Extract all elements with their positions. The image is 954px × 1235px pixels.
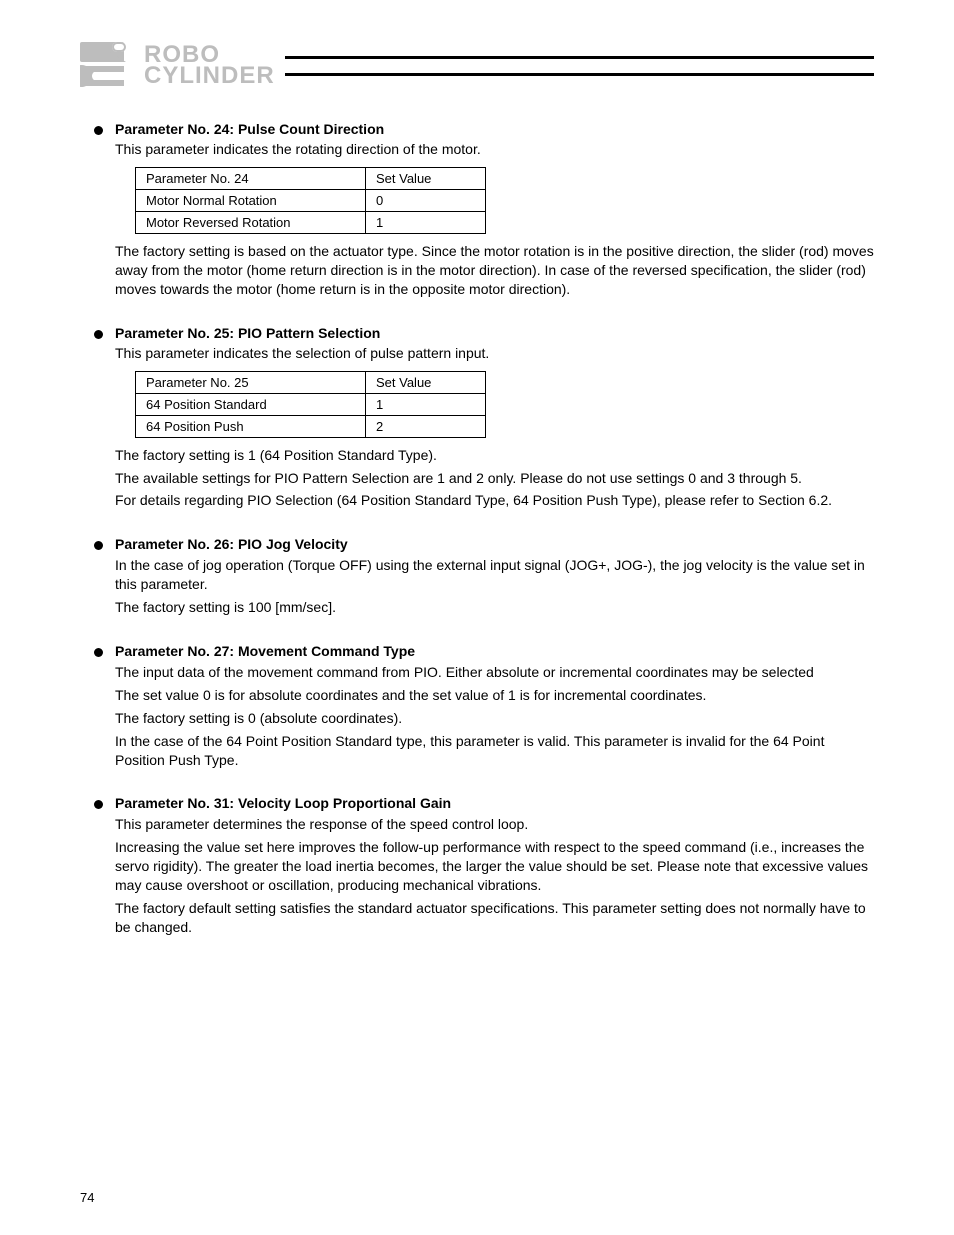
param-title: Parameter No. 27: Movement Command Type (115, 643, 874, 659)
table-row: 64 Position Standard 1 (136, 393, 486, 415)
table-cell: 0 (366, 190, 486, 212)
param-subtitle: This parameter indicates the rotating di… (115, 141, 874, 157)
body-text: The factory setting is 100 [mm/sec]. (115, 598, 874, 617)
param-table: Parameter No. 25 Set Value 64 Position S… (135, 371, 486, 438)
body-text: The factory default setting satisfies th… (115, 899, 874, 937)
table-row: 64 Position Push 2 (136, 415, 486, 437)
table-cell: Motor Normal Rotation (136, 190, 366, 212)
logo-text-bottom: CYLINDER (144, 66, 275, 86)
table-row: Motor Normal Rotation 0 (136, 190, 486, 212)
table-cell: 2 (366, 415, 486, 437)
param-item: Parameter No. 26: PIO Jog Velocity In th… (94, 536, 874, 621)
body-text: The factory setting is 0 (absolute coord… (115, 709, 874, 728)
body-text: In the case of the 64 Point Position Sta… (115, 732, 874, 770)
table-cell: 1 (366, 393, 486, 415)
param-body: The factory setting is 1 (64 Position St… (115, 446, 874, 511)
bullet-icon (94, 330, 103, 339)
bullet-icon (94, 541, 103, 550)
param-body: The input data of the movement command f… (115, 663, 874, 769)
body-text: The input data of the movement command f… (115, 663, 874, 682)
param-body: The factory setting is based on the actu… (115, 242, 874, 299)
param-title: Parameter No. 31: Velocity Loop Proporti… (115, 795, 874, 811)
body-text: The set value 0 is for absolute coordina… (115, 686, 874, 705)
logo: ROBO CYLINDER (80, 40, 275, 91)
page-number: 74 (80, 1190, 94, 1205)
table-cell: Set Value (366, 371, 486, 393)
table-cell: Parameter No. 24 (136, 168, 366, 190)
table-cell: 1 (366, 212, 486, 234)
param-subtitle: This parameter indicates the selection o… (115, 345, 874, 361)
body-text: The factory setting is based on the actu… (115, 242, 874, 299)
body-text: Increasing the value set here improves t… (115, 838, 874, 895)
body-text: In the case of jog operation (Torque OFF… (115, 556, 874, 594)
body-text: For details regarding PIO Selection (64 … (115, 491, 874, 510)
body-text: The available settings for PIO Pattern S… (115, 469, 874, 488)
header-rule-line (285, 56, 874, 59)
bullet-icon (94, 800, 103, 809)
table-cell: Set Value (366, 168, 486, 190)
content: Parameter No. 24: Pulse Count Direction … (80, 121, 874, 941)
rc-logo-icon (80, 40, 138, 91)
param-title: Parameter No. 24: Pulse Count Direction (115, 121, 874, 137)
param-table: Parameter No. 24 Set Value Motor Normal … (135, 167, 486, 234)
table-row: Parameter No. 24 Set Value (136, 168, 486, 190)
param-body: This parameter determines the response o… (115, 815, 874, 936)
table-row: Parameter No. 25 Set Value (136, 371, 486, 393)
bullet-icon (94, 126, 103, 135)
param-item: Parameter No. 27: Movement Command Type … (94, 643, 874, 773)
param-title: Parameter No. 25: PIO Pattern Selection (115, 325, 874, 341)
table-cell: Motor Reversed Rotation (136, 212, 366, 234)
table-row: Motor Reversed Rotation 1 (136, 212, 486, 234)
logo-text: ROBO CYLINDER (144, 45, 275, 86)
table-cell: Parameter No. 25 (136, 371, 366, 393)
param-item: Parameter No. 25: PIO Pattern Selection … (94, 325, 874, 515)
header-rule (285, 56, 874, 76)
page-header: ROBO CYLINDER (80, 40, 874, 91)
param-item: Parameter No. 31: Velocity Loop Proporti… (94, 795, 874, 940)
header-rule-line (285, 73, 874, 76)
param-body: In the case of jog operation (Torque OFF… (115, 556, 874, 617)
body-text: This parameter determines the response o… (115, 815, 874, 834)
table-cell: 64 Position Standard (136, 393, 366, 415)
param-title: Parameter No. 26: PIO Jog Velocity (115, 536, 874, 552)
param-item: Parameter No. 24: Pulse Count Direction … (94, 121, 874, 303)
body-text: The factory setting is 1 (64 Position St… (115, 446, 874, 465)
table-cell: 64 Position Push (136, 415, 366, 437)
bullet-icon (94, 648, 103, 657)
